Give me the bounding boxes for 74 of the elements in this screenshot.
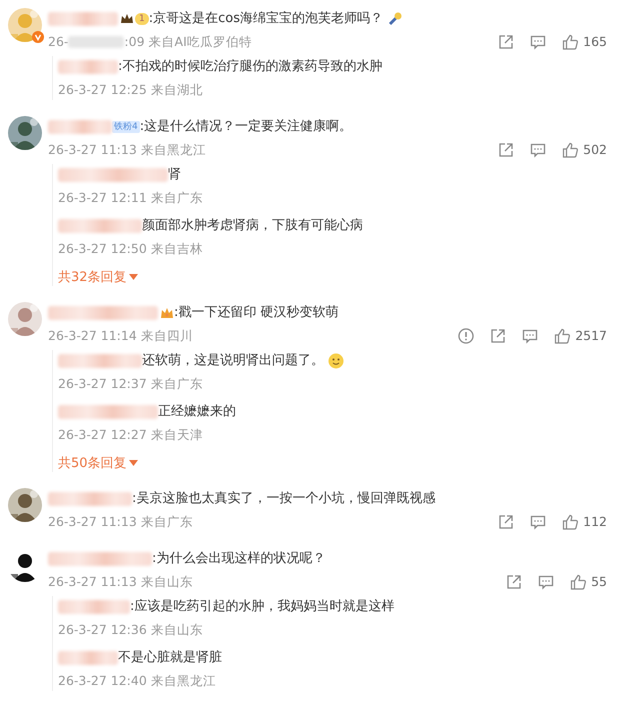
comment-icon[interactable] <box>530 514 546 530</box>
reply-location: 来自广东 <box>150 189 203 207</box>
crown-icon <box>160 306 174 320</box>
reply-location: 来自黑龙江 <box>150 672 216 690</box>
comment-text: :京哥这是在cos海绵宝宝的泡芙老师吗？ <box>148 10 383 28</box>
comment-icon[interactable] <box>538 574 554 590</box>
reply-date: 26-3-27 12:11 <box>58 189 147 207</box>
comment-location: 来自AI吃瓜罗伯特 <box>148 33 252 51</box>
level-badge: 1 <box>135 13 149 25</box>
comment-date: 26-3-27 11:13 <box>48 573 137 591</box>
blurred-username <box>58 60 118 74</box>
share-icon[interactable] <box>498 514 514 530</box>
reply-location: 来自吉林 <box>150 240 203 258</box>
share-icon[interactable] <box>498 34 514 50</box>
thumbs-up-icon[interactable] <box>554 328 570 344</box>
comment-time: :09 <box>124 33 145 51</box>
comment-text: :这是什么情况？一定要关注健康啊。 <box>140 118 352 136</box>
reply-text: 正经嬷嬷来的 <box>158 403 236 421</box>
thumbs-up-icon[interactable] <box>562 34 578 50</box>
comment-text: :为什么会出现这样的状况呢？ <box>152 550 326 568</box>
reply-date: 26-3-27 12:50 <box>58 240 147 258</box>
reply-date: 26-3-27 12:37 <box>58 375 147 393</box>
more-replies-link[interactable]: 共50条回复 <box>58 454 138 472</box>
reply-name-fragment: 肾 <box>168 166 181 184</box>
comment-text: :吴京这脸也太真实了，一按一个小坑，慢回弹既视感 <box>132 490 436 508</box>
blurred-username <box>48 120 112 134</box>
comment-date: 26-3-27 11:13 <box>48 141 137 159</box>
reply-text: 颜面部水肿考虑肾病，下肢有可能心病 <box>142 217 363 235</box>
more-replies-link[interactable]: 共32条回复 <box>58 268 138 286</box>
smiley-icon <box>328 353 344 369</box>
crown-icon <box>120 12 134 26</box>
comment-date: 26- <box>48 33 68 51</box>
share-icon[interactable] <box>506 574 522 590</box>
like-button[interactable]: 55 <box>570 572 607 592</box>
reply-location: 来自湖北 <box>150 81 203 99</box>
blurred-username <box>58 600 130 614</box>
fan-badge: 铁粉4 <box>112 121 140 133</box>
like-button[interactable]: 502 <box>562 140 607 160</box>
reply-location: 来自天津 <box>150 426 203 444</box>
comment-date: 26-3-27 11:13 <box>48 513 137 531</box>
reply-text: :不拍戏的时候吃治疗腿伤的激素药导致的水肿 <box>118 58 382 76</box>
comment-location: 来自四川 <box>140 327 193 345</box>
blurred-username <box>58 651 118 665</box>
reply-date: 26-3-27 12:40 <box>58 672 147 690</box>
share-icon[interactable] <box>490 328 506 344</box>
comment-location: 来自黑龙江 <box>140 141 206 159</box>
reply-text: 还软萌，这是说明肾出问题了。 <box>142 352 324 370</box>
microphone-icon <box>387 11 403 27</box>
reply-location: 来自广东 <box>150 375 203 393</box>
thumbs-up-icon[interactable] <box>562 142 578 158</box>
comment-date: 26-3-27 11:14 <box>48 327 137 345</box>
like-button[interactable]: 165 <box>562 32 607 52</box>
comment-icon[interactable] <box>530 142 546 158</box>
thumbs-up-icon[interactable] <box>570 574 586 590</box>
caret-icon <box>128 274 138 280</box>
thumbs-up-icon[interactable] <box>562 514 578 530</box>
report-icon[interactable] <box>458 328 474 344</box>
share-icon[interactable] <box>498 142 514 158</box>
blurred-date <box>68 36 124 48</box>
reply-text: :应该是吃药引起的水肿，我妈妈当时就是这样 <box>130 598 394 616</box>
blurred-username <box>48 12 118 26</box>
comment-icon[interactable] <box>530 34 546 50</box>
reply-date: 26-3-27 12:36 <box>58 621 147 639</box>
reply-date: 26-3-27 12:27 <box>58 426 147 444</box>
comment-location: 来自山东 <box>140 573 193 591</box>
reply-location: 来自山东 <box>150 621 203 639</box>
comment-location: 来自广东 <box>140 513 193 531</box>
like-button[interactable]: 112 <box>562 512 607 532</box>
like-button[interactable]: 2517 <box>554 326 607 346</box>
comment-icon[interactable] <box>522 328 538 344</box>
comment-text: :戳一下还留印 硬汉秒变软萌 <box>174 304 339 322</box>
reply-date: 26-3-27 12:25 <box>58 81 147 99</box>
caret-icon <box>128 460 138 466</box>
reply-text: 不是心脏就是肾脏 <box>118 649 222 667</box>
